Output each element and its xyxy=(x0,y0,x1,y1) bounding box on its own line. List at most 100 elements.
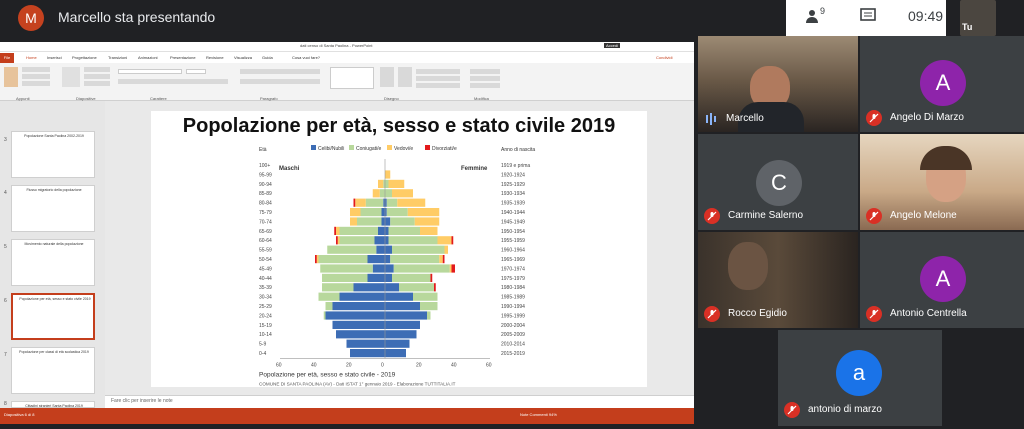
bar-male xyxy=(379,189,385,198)
replace-button[interactable] xyxy=(470,76,500,81)
tile-antonio-centrella[interactable]: A Antonio Centrella xyxy=(860,232,1024,328)
section-button[interactable] xyxy=(84,81,110,86)
font-size-select[interactable] xyxy=(186,69,206,74)
cut-button[interactable] xyxy=(22,67,50,72)
layout-button[interactable] xyxy=(84,67,110,72)
reset-button[interactable] xyxy=(84,74,110,79)
bar-female xyxy=(385,283,399,292)
shape-effects-button[interactable] xyxy=(416,83,460,88)
bar-male xyxy=(350,217,357,226)
tab-transitions[interactable]: Transizioni xyxy=(108,55,127,60)
status-controls[interactable]: Note Commenti 94% xyxy=(520,412,557,417)
bar-female xyxy=(385,170,391,179)
bar-female xyxy=(392,273,431,282)
bar-female xyxy=(385,255,391,264)
bar-male xyxy=(325,302,333,311)
slide-thumbnail-panel: 3 Popolazione Santa Paolina 2002-2019 4 … xyxy=(0,101,105,408)
thumb-number: 6 xyxy=(4,298,7,304)
paragraph-row-2[interactable] xyxy=(240,79,320,84)
age-class-label: 85-89 xyxy=(259,191,272,197)
slide-thumbnail-4[interactable]: Flusso migratorio della popolazione xyxy=(11,185,95,232)
bar-female xyxy=(385,330,417,339)
paste-icon[interactable] xyxy=(4,67,18,87)
tab-file[interactable]: File xyxy=(0,53,14,63)
age-class-label: 45-49 xyxy=(259,266,272,272)
tile-marcello[interactable]: Marcello xyxy=(698,36,858,132)
bar-male xyxy=(357,217,382,226)
slide-thumbnail-3[interactable]: Popolazione Santa Paolina 2002-2019 xyxy=(11,131,95,178)
tab-design[interactable]: Progettazione xyxy=(72,55,97,60)
age-class-label: 30-34 xyxy=(259,295,272,301)
tile-rocco-egidio[interactable]: Rocco Egidio xyxy=(698,232,858,328)
bar-female xyxy=(430,273,433,282)
bar-female xyxy=(385,311,427,320)
arrange-button[interactable] xyxy=(380,67,394,87)
slide-thumbnail-7[interactable]: Popolazione per classi di età scolastica… xyxy=(11,347,95,394)
age-class-label: 65-69 xyxy=(259,229,272,235)
tell-me-box[interactable]: Cosa vuoi fare? xyxy=(292,55,320,60)
shape-outline-button[interactable] xyxy=(416,76,460,81)
copy-button[interactable] xyxy=(22,74,50,79)
age-class-label: 95-99 xyxy=(259,172,272,178)
age-axis-label: Età xyxy=(259,147,267,153)
bar-male xyxy=(365,198,384,207)
legend-label: Vedovi/e xyxy=(394,146,413,152)
tile-angelo-melone[interactable]: Angelo Melone xyxy=(860,134,1024,230)
tab-animations[interactable]: Animazioni xyxy=(138,55,158,60)
tile-antonio-di-marzo[interactable]: a antonio di marzo xyxy=(778,330,942,426)
bar-male xyxy=(315,255,317,264)
bar-female xyxy=(451,264,455,273)
new-slide-button[interactable] xyxy=(62,67,80,87)
birth-year-label: 1995-1999 xyxy=(501,313,525,319)
bar-male xyxy=(322,283,354,292)
bar-male xyxy=(334,226,336,235)
mic-off-icon xyxy=(866,110,882,126)
age-class-label: 25-29 xyxy=(259,304,272,310)
legend-swatch xyxy=(311,145,316,150)
bar-male xyxy=(372,189,380,198)
bar-female xyxy=(385,226,389,235)
find-button[interactable] xyxy=(470,69,500,74)
select-button[interactable] xyxy=(470,83,500,88)
age-class-label: 100+ xyxy=(259,163,270,169)
tab-insert[interactable]: Inserisci xyxy=(47,55,62,60)
tab-review[interactable]: Revisione xyxy=(206,55,224,60)
format-painter-button[interactable] xyxy=(22,81,50,86)
bar-female xyxy=(386,198,398,207)
bar-male xyxy=(381,217,385,226)
tab-view[interactable]: Visualizza xyxy=(234,55,252,60)
tab-home[interactable]: Home xyxy=(26,55,37,60)
tab-help[interactable]: Guida xyxy=(262,55,273,60)
font-family-select[interactable] xyxy=(118,69,182,74)
slide-thumbnail-5[interactable]: Movimento naturale della popolazione xyxy=(11,239,95,286)
bar-female xyxy=(420,302,438,311)
chat-icon[interactable] xyxy=(860,8,876,27)
bar-male xyxy=(374,236,385,245)
bar-male xyxy=(336,330,385,339)
bar-female xyxy=(439,255,443,264)
bar-male xyxy=(322,273,368,282)
signin-button[interactable]: Accedi xyxy=(604,43,621,48)
bar-female xyxy=(388,226,420,235)
mic-off-icon xyxy=(866,208,882,224)
age-class-label: 80-84 xyxy=(259,201,272,207)
font-format-row[interactable] xyxy=(118,79,228,84)
bar-female xyxy=(437,236,452,245)
shapes-gallery[interactable] xyxy=(330,67,374,89)
age-class-label: 55-59 xyxy=(259,248,272,254)
tile-angelo-di-marzo[interactable]: A Angelo Di Marzo xyxy=(860,36,1024,132)
slide-thumbnail-8[interactable]: Cittadini stranieri Santa Paolina 2019 xyxy=(11,401,95,408)
meet-controls: 9 09:49 xyxy=(786,0,946,36)
share-button[interactable]: Condividi xyxy=(656,55,672,60)
age-class-label: 10-14 xyxy=(259,332,272,338)
slide-thumbnail-6[interactable]: Popolazione per età, sesso e stato civil… xyxy=(11,293,95,340)
notes-pane[interactable]: Fare clic per inserire le note xyxy=(105,395,694,407)
quick-styles-button[interactable] xyxy=(398,67,412,87)
bar-female xyxy=(442,255,445,264)
thumb-title: Popolazione per età, sesso e stato civil… xyxy=(19,297,91,301)
tile-carmine-salerno[interactable]: C Carmine Salerno xyxy=(698,134,858,230)
shape-fill-button[interactable] xyxy=(416,69,460,74)
tab-slideshow[interactable]: Presentazione xyxy=(170,55,196,60)
paragraph-row-1[interactable] xyxy=(240,69,320,74)
slide[interactable]: Popolazione per età, sesso e stato civil… xyxy=(151,111,647,387)
